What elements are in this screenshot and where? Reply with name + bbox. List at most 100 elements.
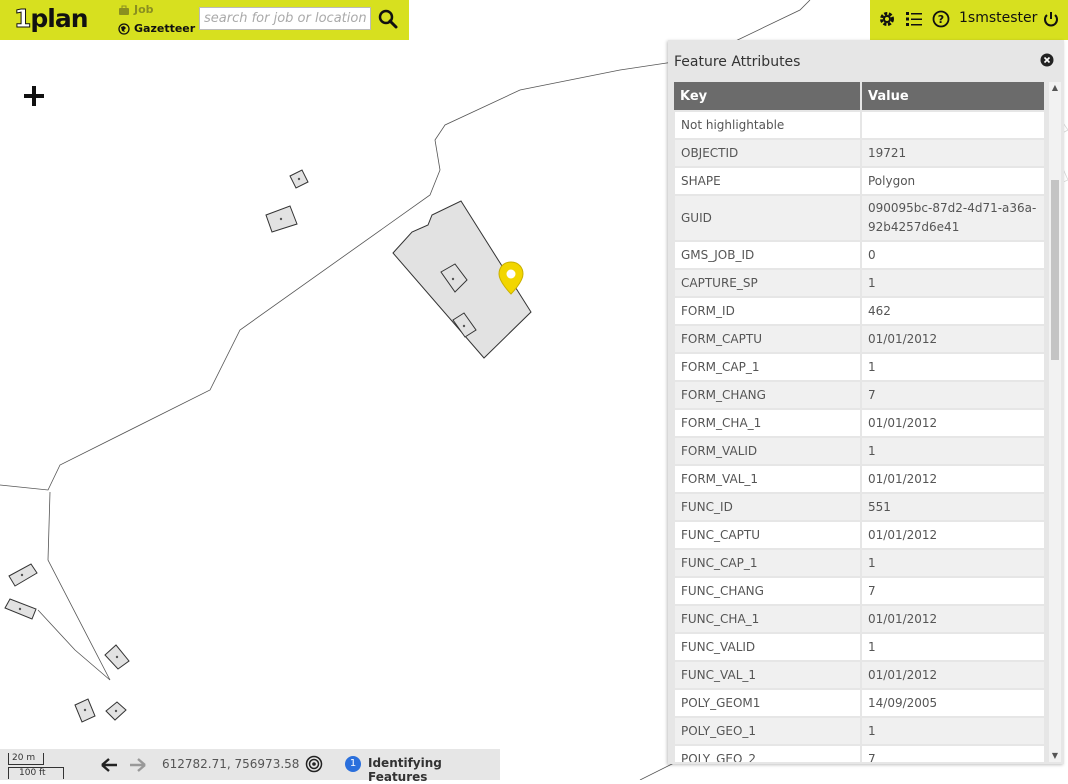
zoom-in-icon[interactable] [22, 84, 46, 108]
table-row[interactable]: FUNC_VALID 1 [673, 632, 1046, 662]
table-row[interactable]: FUNC_CHANG 7 [673, 576, 1046, 606]
attribute-value: 1 [860, 436, 1046, 466]
attribute-key: SHAPE [673, 166, 862, 196]
attributes-table-container[interactable]: Key Value Not highlightable OBJECTID 19721… [673, 82, 1046, 762]
logo-text: plan [30, 4, 88, 33]
scroll-up-icon[interactable]: ▲ [1049, 82, 1061, 94]
table-row[interactable]: SHAPE Polygon [673, 166, 1046, 196]
attribute-value: 462 [860, 296, 1046, 326]
table-row[interactable]: GMS_JOB_ID 0 [673, 240, 1046, 270]
attribute-key: POLY_GEO_1 [673, 716, 862, 746]
attributes-table-body: Not highlightable OBJECTID 19721 SHAPE Polyg… [673, 110, 1046, 762]
attribute-key: OBJECTID [673, 138, 862, 168]
attribute-value: 7 [860, 744, 1046, 762]
svg-text:?: ? [938, 13, 944, 26]
table-row[interactable]: POLY_GEO_2 7 [673, 744, 1046, 762]
table-row[interactable]: GUID 090095bc-87d2-4d71-a36a-92b4257d6e41 [673, 194, 1046, 242]
arrow-forward-icon[interactable] [129, 757, 147, 773]
attribute-key: FUNC_VALID [673, 632, 862, 662]
search-icon[interactable] [377, 8, 399, 30]
attribute-value: 090095bc-87d2-4d71-a36a-92b4257d6e41 [860, 194, 1046, 242]
attribute-key: Not highlightable [673, 110, 862, 140]
attribute-key: FUNC_CHA_1 [673, 604, 862, 634]
attribute-key: FORM_CAPTU [673, 324, 862, 354]
attribute-value: 1 [860, 716, 1046, 746]
attribute-key: POLY_GEO_2 [673, 744, 862, 762]
table-row[interactable]: FORM_CHA_1 01/01/2012 [673, 408, 1046, 438]
attribute-key: FUNC_CAPTU [673, 520, 862, 550]
attribute-key: FORM_CHA_1 [673, 408, 862, 438]
close-icon[interactable] [1040, 53, 1054, 67]
arrow-back-icon[interactable] [100, 757, 118, 773]
info-count-badge: 1 [345, 756, 361, 772]
attribute-value [860, 110, 1046, 140]
search-input[interactable] [199, 7, 371, 30]
attribute-key: POLY_GEOM1 [673, 688, 862, 718]
scroll-down-icon[interactable]: ▼ [1049, 750, 1061, 762]
column-header-value: Value [861, 82, 1046, 111]
table-row[interactable]: POLY_GEO_1 1 [673, 716, 1046, 746]
mode-gazetteer-label: Gazetteer [134, 22, 196, 35]
mode-gazetteer-option[interactable]: Gazetteer [118, 22, 195, 35]
attribute-value: 1 [860, 632, 1046, 662]
table-row[interactable]: FORM_VAL_1 01/01/2012 [673, 464, 1046, 494]
attribute-key: FUNC_ID [673, 492, 862, 522]
table-row[interactable]: CAPTURE_SP 1 [673, 268, 1046, 298]
table-row[interactable]: FORM_CAP_1 1 [673, 352, 1046, 382]
road-outline [47, 491, 111, 681]
app-logo[interactable]: 1plan [13, 4, 88, 34]
attribute-key: GMS_JOB_ID [673, 240, 862, 270]
briefcase-icon [119, 5, 129, 15]
target-locate-icon[interactable] [305, 755, 323, 773]
layers-list-icon[interactable] [905, 10, 923, 28]
panel-scrollbar[interactable]: ▲ ▼ [1049, 82, 1061, 762]
table-row[interactable]: FUNC_CAPTU 01/01/2012 [673, 520, 1046, 550]
attribute-key: GUID [673, 194, 862, 242]
attribute-value: 01/01/2012 [860, 604, 1046, 634]
table-header-row: Key Value [674, 82, 1046, 111]
attribute-value: 14/09/2005 [860, 688, 1046, 718]
table-row[interactable]: FUNC_VAL_1 01/01/2012 [673, 660, 1046, 690]
scale-metric: 20 m [8, 753, 44, 765]
attribute-key: FORM_ID [673, 296, 862, 326]
table-row[interactable]: FORM_CAPTU 01/01/2012 [673, 324, 1046, 354]
attribute-value: 01/01/2012 [860, 520, 1046, 550]
attribute-value: 1 [860, 548, 1046, 578]
help-icon[interactable]: ? [932, 10, 950, 28]
panel-title: Feature Attributes [674, 54, 801, 70]
attribute-key: FORM_CHANG [673, 380, 862, 410]
table-row[interactable]: FORM_VALID 1 [673, 436, 1046, 466]
table-row[interactable]: FUNC_ID 551 [673, 492, 1046, 522]
table-row[interactable]: FORM_CHANG 7 [673, 380, 1046, 410]
table-row[interactable]: OBJECTID 19721 [673, 138, 1046, 168]
username-label[interactable]: 1smstester [959, 10, 1037, 26]
column-header-key: Key [674, 82, 862, 111]
attribute-value: 01/01/2012 [860, 324, 1046, 354]
attribute-value: 7 [860, 576, 1046, 606]
feature-attributes-panel: Feature Attributes Key Value Not highlig… [668, 40, 1064, 764]
bottom-status-bar: 20 m 100 ft 612782.71, 756973.58 1 Ident… [0, 749, 500, 784]
attribute-value: 1 [860, 268, 1046, 298]
attributes-table: Key Value Not highlightable OBJECTID 19721… [673, 82, 1046, 762]
table-row[interactable]: Not highlightable [673, 110, 1046, 140]
top-toolbar: 1plan Job Gazetteer [0, 0, 409, 40]
table-row[interactable]: FUNC_CHA_1 01/01/2012 [673, 604, 1046, 634]
attribute-key: CAPTURE_SP [673, 268, 862, 298]
globe-icon [118, 22, 130, 35]
mode-job-option[interactable]: Job [118, 3, 154, 16]
attribute-key: FUNC_CAP_1 [673, 548, 862, 578]
attribute-key: FORM_CAP_1 [673, 352, 862, 382]
attribute-value: 1 [860, 352, 1046, 382]
scale-imperial: 100 ft [8, 767, 64, 779]
attribute-key: FORM_VAL_1 [673, 464, 862, 494]
mode-job-label: Job [134, 3, 154, 16]
table-row[interactable]: FORM_ID 462 [673, 296, 1046, 326]
attribute-key: FUNC_VAL_1 [673, 660, 862, 690]
attribute-value: 01/01/2012 [860, 660, 1046, 690]
scroll-thumb[interactable] [1051, 180, 1059, 360]
gear-icon[interactable] [878, 10, 896, 28]
table-row[interactable]: POLY_GEOM1 14/09/2005 [673, 688, 1046, 718]
table-row[interactable]: FUNC_CAP_1 1 [673, 548, 1046, 578]
power-logout-icon[interactable] [1042, 10, 1060, 28]
attribute-value: 0 [860, 240, 1046, 270]
